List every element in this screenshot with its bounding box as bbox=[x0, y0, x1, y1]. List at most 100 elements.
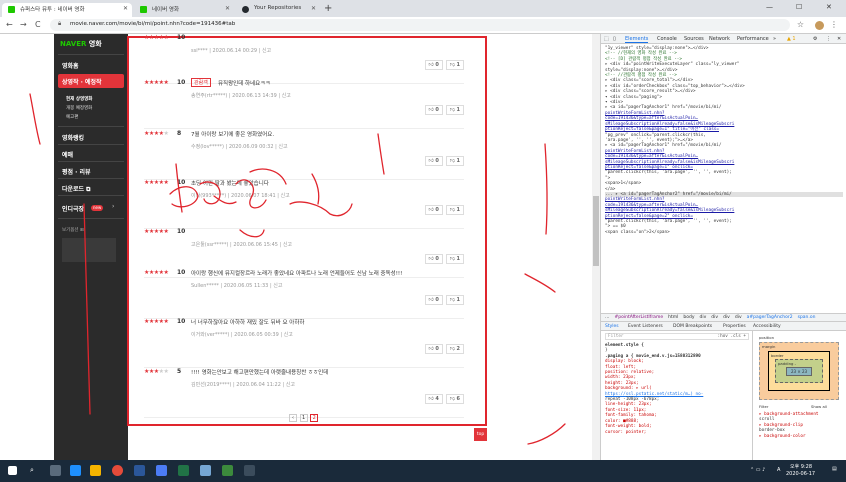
breadcrumb-item[interactable]: div bbox=[723, 315, 730, 320]
minimize-button[interactable]: — bbox=[766, 3, 773, 11]
tab-github[interactable]: Your Repositories ✕ bbox=[236, 3, 320, 17]
breadcrumb-item[interactable]: div bbox=[735, 315, 742, 320]
thumbs-down-button[interactable]: 👎︎ 1 bbox=[445, 105, 464, 115]
vscode-icon[interactable] bbox=[200, 465, 211, 476]
chevron-right-icon[interactable]: › bbox=[112, 203, 114, 210]
tab-network[interactable]: Network bbox=[709, 36, 730, 42]
search-icon[interactable]: ⌕ bbox=[30, 466, 34, 475]
windows-start-icon[interactable] bbox=[8, 466, 17, 475]
tab-event-listeners[interactable]: Event Listeners bbox=[628, 324, 663, 329]
styles-pane[interactable]: Filter :hov .cls + element.style {} .pagi… bbox=[601, 331, 753, 460]
sidebar-item-download[interactable]: 다운로드 ⧉ bbox=[58, 181, 124, 195]
app-icon[interactable] bbox=[156, 465, 167, 476]
thumbs-up-button[interactable]: 👍︎ 4 bbox=[424, 394, 443, 404]
filter-options[interactable]: :hov .cls + bbox=[718, 334, 746, 339]
settings-gear-icon[interactable]: ⚙ bbox=[813, 36, 817, 42]
dom-node-line[interactable]: <span class="on">2</span> bbox=[605, 230, 843, 235]
breadcrumb-item[interactable]: div bbox=[700, 315, 707, 320]
dom-tree[interactable]: "1y_viewer" style="display:none">…</div>… bbox=[601, 45, 846, 313]
tab-dom-breakpoints[interactable]: DOM Breakpoints bbox=[673, 324, 712, 329]
show-all-checkbox[interactable]: Show all bbox=[811, 404, 827, 409]
tab-properties[interactable]: Properties bbox=[723, 324, 746, 329]
thumbs-up-button[interactable]: 👍︎ 0 bbox=[424, 344, 443, 354]
thumbs-down-button[interactable]: 👎︎ 1 bbox=[445, 60, 464, 70]
styles-filter-input[interactable]: Filter :hov .cls + bbox=[605, 333, 749, 340]
tab-accessibility[interactable]: Accessibility bbox=[753, 324, 781, 329]
css-rule-line[interactable]: cursor: pointer; bbox=[605, 430, 703, 435]
sidebar-sub-current[interactable]: 현재 상영영화 bbox=[66, 96, 92, 102]
terminal-icon[interactable] bbox=[244, 465, 255, 476]
tab-styles[interactable]: Styles bbox=[605, 324, 619, 329]
edge-icon[interactable] bbox=[70, 465, 81, 476]
inspect-icon[interactable]: ⬚ bbox=[604, 36, 609, 42]
pager-prev[interactable]: ‹ bbox=[289, 414, 297, 422]
clock-date[interactable]: 2020-06-17 bbox=[786, 471, 815, 477]
thumbs-up-button[interactable]: 👍︎ 0 bbox=[424, 254, 443, 264]
thumbs-down-button[interactable]: 👎︎ 6 bbox=[445, 394, 464, 404]
tab-console[interactable]: Console bbox=[657, 36, 677, 42]
vertical-scrollbar[interactable] bbox=[592, 34, 600, 460]
close-window-button[interactable]: ✕ bbox=[826, 3, 832, 11]
pager-page-2[interactable]: 2 bbox=[310, 414, 319, 422]
close-icon[interactable]: ✕ bbox=[311, 5, 316, 12]
scrollbar-thumb[interactable] bbox=[593, 196, 599, 266]
bookmark-star-icon[interactable]: ☆ bbox=[797, 20, 804, 29]
breadcrumb-item[interactable]: div bbox=[711, 315, 718, 320]
warning-badge[interactable]: ▲ 1 bbox=[787, 36, 796, 42]
view-options-label[interactable]: 보기옵션 ⊞ bbox=[62, 227, 84, 233]
close-icon[interactable]: ✕ bbox=[837, 36, 841, 42]
tab-elements[interactable]: Elements bbox=[625, 36, 649, 43]
ime-indicator[interactable]: A bbox=[777, 467, 780, 473]
thumbs-down-button[interactable]: 👎︎ 2 bbox=[445, 344, 464, 354]
sidebar-item-ranking[interactable]: 영화랭킹 bbox=[58, 130, 124, 144]
breadcrumb-item[interactable]: #pointAfterListIframe bbox=[615, 315, 664, 320]
new-tab-button[interactable]: + bbox=[324, 3, 332, 14]
clock-time[interactable]: 오후 9:28 bbox=[790, 463, 812, 470]
tab-sources[interactable]: Sources bbox=[684, 36, 704, 42]
app-icon[interactable] bbox=[222, 465, 233, 476]
pager-page-1[interactable]: 1 bbox=[299, 414, 308, 422]
breadcrumb-item[interactable]: … bbox=[605, 315, 610, 320]
sidebar-item-home[interactable]: 영화홈 bbox=[58, 58, 124, 72]
file-explorer-icon[interactable] bbox=[90, 465, 101, 476]
notification-icon[interactable]: ▤ bbox=[832, 466, 837, 472]
browser-menu-icon[interactable]: ⋮ bbox=[830, 20, 838, 29]
sidebar-sub-trailer[interactable]: 예고편 bbox=[66, 114, 78, 120]
tab-performance[interactable]: Performance bbox=[737, 36, 769, 42]
thumbs-down-button[interactable]: 👎︎ 1 bbox=[445, 156, 464, 166]
thumbs-up-button[interactable]: 👍︎ 0 bbox=[424, 105, 443, 115]
devtools-menu-icon[interactable]: ⋮ bbox=[826, 36, 831, 42]
sidebar-item-booking[interactable]: 예매 bbox=[58, 147, 124, 161]
top-button[interactable]: top bbox=[474, 428, 487, 441]
sidebar-item-now-showing[interactable]: 상영작 · 예정작 bbox=[58, 74, 124, 88]
tray-icons[interactable]: ⌃ ▭ ♪ bbox=[750, 467, 765, 473]
back-icon[interactable]: ← bbox=[6, 20, 13, 29]
thumbs-up-button[interactable]: 👍︎ 0 bbox=[424, 205, 443, 215]
breadcrumb-item[interactable]: a#pagerTagAnchor2 bbox=[747, 315, 793, 320]
thumbs-up-button[interactable]: 👍︎ 0 bbox=[424, 60, 443, 70]
thumbs-up-button[interactable]: 👍︎ 0 bbox=[424, 295, 443, 305]
excel-icon[interactable] bbox=[178, 465, 189, 476]
close-icon[interactable]: ✕ bbox=[123, 5, 128, 12]
breadcrumb-item[interactable]: span.on bbox=[798, 315, 816, 320]
maximize-button[interactable]: ☐ bbox=[796, 3, 802, 11]
tab-movie-review[interactable]: 슈퍼스타 뮤투 : 네이버 영화 ✕ bbox=[2, 3, 132, 17]
profile-avatar[interactable] bbox=[815, 21, 824, 30]
tab-naver-movie[interactable]: 네이버 영화 ✕ bbox=[134, 3, 234, 17]
close-icon[interactable]: ✕ bbox=[225, 5, 230, 12]
url-field[interactable]: 🔒︎ movie.naver.com/movie/bi/mi/point.nhn… bbox=[50, 19, 790, 31]
breadcrumb-item[interactable]: body bbox=[683, 315, 694, 320]
tab-more[interactable]: » bbox=[773, 36, 776, 42]
computed-property[interactable]: ▸ background-color bbox=[759, 434, 819, 439]
device-toggle-icon[interactable]: ▯ bbox=[613, 36, 616, 42]
sidebar-sub-upcoming[interactable]: 개봉 예정영화 bbox=[66, 105, 92, 111]
computed-filter[interactable]: Filter bbox=[759, 404, 768, 409]
breadcrumb-item[interactable]: html bbox=[668, 315, 678, 320]
thumbs-down-button[interactable]: 👎︎ 1 bbox=[445, 254, 464, 264]
thumbs-up-button[interactable]: 👍︎ 0 bbox=[424, 156, 443, 166]
chrome-icon[interactable] bbox=[112, 465, 123, 476]
forward-icon[interactable]: → bbox=[20, 20, 27, 29]
reload-icon[interactable]: C bbox=[35, 20, 41, 29]
word-icon[interactable] bbox=[134, 465, 145, 476]
thumbs-down-button[interactable]: 👎︎ 1 bbox=[445, 295, 464, 305]
